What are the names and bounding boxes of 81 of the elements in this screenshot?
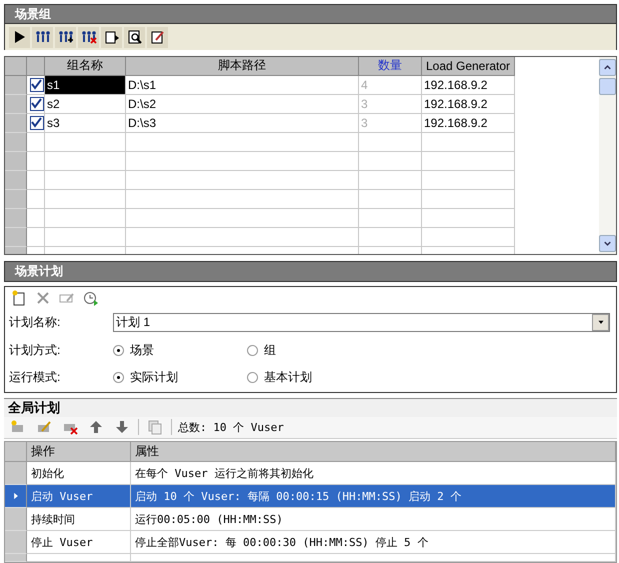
start-button[interactable]	[9, 26, 30, 48]
details-button[interactable]	[101, 26, 122, 48]
table-cell	[27, 190, 45, 209]
field-label: 运行模式:	[9, 369, 62, 386]
column-header[interactable]: 脚本路径	[126, 56, 359, 76]
table-cell: 4	[359, 76, 422, 95]
clock-icon	[83, 290, 99, 306]
table-cell: 192.168.9.2	[422, 76, 515, 95]
scrollbar[interactable]	[599, 56, 616, 254]
magnifier-document-icon	[126, 29, 142, 46]
table-cell: 192.168.9.2	[422, 94, 515, 114]
row-header[interactable]	[5, 152, 27, 171]
table-cell: s2	[45, 94, 126, 114]
table-cell[interactable]: 停止 Vuser	[27, 531, 131, 554]
field-label: 计划方式:	[9, 342, 62, 359]
table-cell	[359, 190, 422, 209]
users-add-icon	[58, 29, 74, 46]
row-header[interactable]	[5, 208, 27, 228]
row-header[interactable]	[5, 485, 27, 508]
scroll-up-button[interactable]	[599, 58, 616, 76]
table-cell[interactable]: 初始化	[27, 462, 131, 485]
radio-option[interactable]: 实际计划	[113, 369, 247, 386]
column-header: 属性	[131, 442, 616, 462]
column-header	[5, 56, 27, 76]
scroll-down-button[interactable]	[599, 235, 616, 252]
table-cell	[27, 228, 45, 247]
table-cell: D:\s1	[126, 76, 359, 95]
table-cell: s1	[45, 76, 126, 95]
column-header: 操作	[27, 442, 131, 462]
column-header[interactable]: 组名称	[45, 56, 126, 76]
document-icon	[104, 29, 120, 46]
groups-button[interactable]	[32, 26, 53, 48]
radio-option[interactable]: 组	[247, 342, 381, 359]
column-header[interactable]: Load Generator	[422, 56, 515, 76]
edit-script-button[interactable]	[147, 26, 168, 48]
table-cell: s3	[45, 114, 126, 133]
table-cell	[27, 170, 45, 190]
table-cell	[359, 170, 422, 190]
table-cell	[27, 208, 45, 228]
vuser-total: 总数: 10 个 Vuser	[178, 420, 284, 435]
panel-title: 全局计划	[4, 398, 617, 417]
table-cell[interactable]: 运行00:05:00 (HH:MM:SS)	[131, 508, 616, 531]
table-cell	[359, 152, 422, 171]
scroll-thumb[interactable]	[599, 78, 616, 95]
add-group-button[interactable]	[55, 26, 76, 48]
view-script-button[interactable]	[124, 26, 145, 48]
table-cell: D:\s3	[126, 114, 359, 133]
schedule-name-dropdown[interactable]: 计划 1	[113, 312, 610, 332]
radio-option[interactable]: 场景	[113, 342, 247, 359]
new-document-icon	[11, 290, 27, 306]
table-cell: D:\s2	[126, 94, 359, 114]
checkbox[interactable]	[30, 96, 44, 111]
table-cell: 3	[359, 94, 422, 114]
copy-icon	[147, 419, 163, 436]
field-label: 计划名称:	[9, 314, 62, 331]
table-cell: 3	[359, 114, 422, 133]
row-header[interactable]	[5, 190, 27, 209]
column-header[interactable]: 数量	[359, 56, 422, 76]
table-cell	[359, 228, 422, 247]
table-cell[interactable]: 持续时间	[27, 508, 131, 531]
table-cell	[27, 152, 45, 171]
table-cell[interactable]: 启动 10 个 Vuser: 每隔 00:00:15 (HH:MM:SS) 启动 2 个	[131, 485, 616, 508]
panel-title: 场景计划	[4, 261, 617, 282]
arrow-down-icon	[114, 419, 130, 436]
checkbox[interactable]	[30, 78, 44, 92]
row-header[interactable]	[5, 170, 27, 190]
row-header[interactable]	[5, 228, 27, 247]
table-cell[interactable]: 在每个 Vuser 运行之前将其初始化	[131, 462, 616, 485]
close-icon	[35, 290, 51, 306]
users-remove-icon	[80, 29, 96, 46]
table-cell[interactable]: 停止全部Vuser: 每 00:00:30 (HH:MM:SS) 停止 5 个	[131, 531, 616, 554]
table-cell	[359, 208, 422, 228]
table-cell	[359, 132, 422, 152]
arrow-up-icon	[88, 419, 104, 436]
table-cell[interactable]: 启动 Vuser	[27, 485, 131, 508]
checkbox[interactable]	[30, 116, 44, 130]
panel-title: 场景组	[4, 4, 617, 24]
remove-group-button[interactable]	[78, 26, 99, 48]
pencil-document-icon	[150, 29, 166, 46]
radio-option[interactable]: 基本计划	[247, 369, 381, 386]
table-cell: 192.168.9.2	[422, 114, 515, 133]
